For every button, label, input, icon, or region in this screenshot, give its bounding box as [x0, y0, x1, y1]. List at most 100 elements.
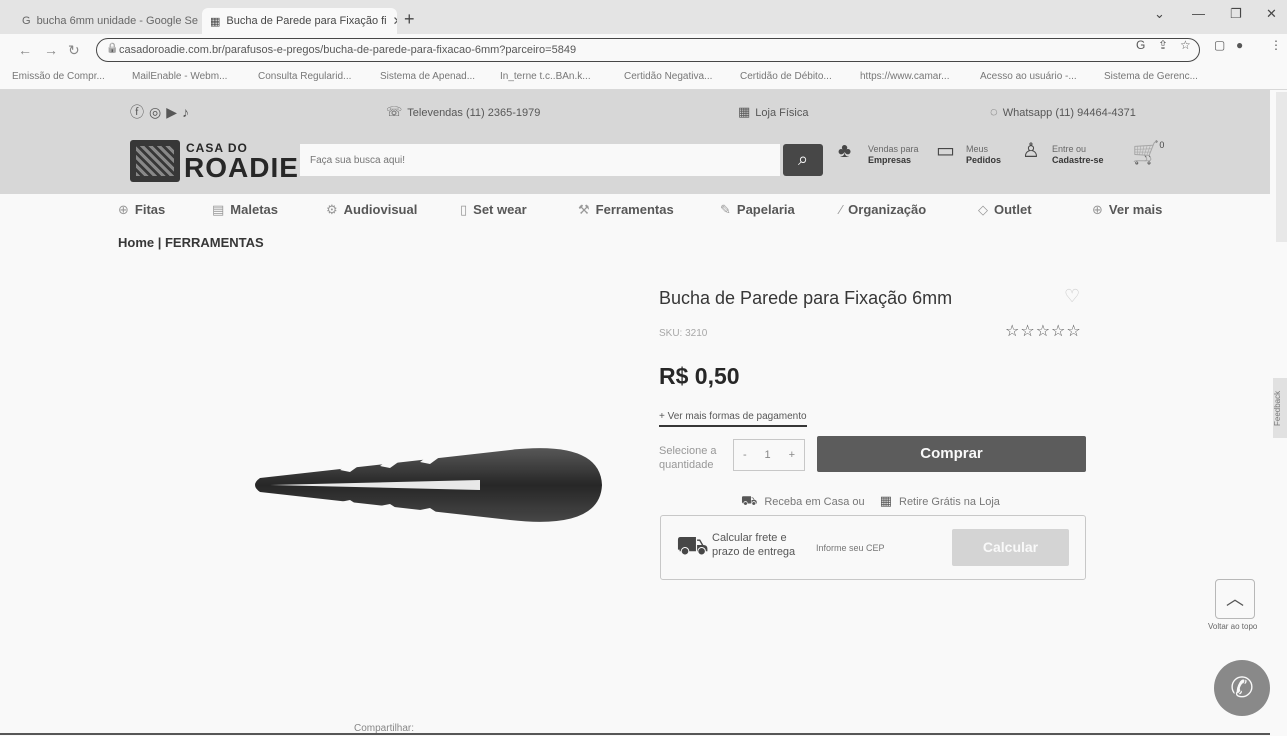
bookmarks-bar: Emissão de Compr... MailEnable - Webm...… — [0, 64, 1287, 90]
pedidos-link[interactable]: ▭ Meus Pedidos — [936, 141, 1001, 166]
nav-item-organizacao[interactable]: ⁄ Organização — [840, 202, 926, 217]
tab-search-icon[interactable]: ⌄ — [1154, 6, 1165, 22]
bookmark-item[interactable]: Emissão de Compr... — [12, 71, 105, 82]
camera-icon: ⚙ — [326, 202, 338, 217]
qty-plus-button[interactable]: + — [789, 449, 795, 461]
browser-tab-google[interactable]: G bucha 6mm unidade - Google Se ✕ — [14, 8, 200, 34]
qty-value[interactable]: 1 — [765, 449, 771, 461]
category-nav: ⊕ Fitas ▤ Maletas ⚙ Audiovisual ▯ Set wear ⚒… — [0, 194, 1270, 230]
whatsapp-icon: ◌ — [990, 104, 998, 119]
wrench-icon: ⚒ — [578, 202, 590, 217]
nav-item-fitas[interactable]: ⊕ Fitas — [118, 202, 165, 218]
back-button[interactable]: ← — [18, 42, 32, 58]
bookmark-item[interactable]: Certidão Negativa... — [624, 71, 712, 82]
share-icon[interactable]: ⇪ — [1158, 38, 1168, 52]
chevron-up-icon: ︿ — [1226, 589, 1244, 609]
store-icon: ▦ — [738, 104, 751, 119]
nav-item-maletas[interactable]: ▤ Maletas — [212, 202, 278, 218]
delivery-options: ⛟ Receba em Casa ou ▦ Retire Grátis na Loj… — [741, 493, 1000, 508]
back-to-top-button[interactable]: ︿ — [1215, 579, 1255, 619]
browser-tab-product[interactable]: ▦ Bucha de Parede para Fixação fi ✕ — [202, 8, 397, 34]
cep-input[interactable] — [816, 543, 916, 553]
phone-icon: ☏ — [386, 104, 403, 119]
bookmark-item[interactable]: Acesso ao usuário -... — [980, 71, 1077, 82]
tab-title: bucha 6mm unidade - Google Se — [36, 15, 198, 27]
loja-fisica-link[interactable]: ▦ Loja Física — [738, 104, 809, 120]
pencil-icon: ✎ — [720, 202, 731, 217]
search-input[interactable] — [300, 144, 780, 176]
empresas-link[interactable]: ♣ Vendas para Empresas — [838, 141, 919, 166]
logo-text[interactable]: ROADIE — [184, 154, 299, 182]
forward-button[interactable]: → — [44, 42, 58, 58]
qty-minus-button[interactable]: - — [743, 449, 747, 461]
scrollbar[interactable] — [1276, 92, 1287, 242]
heart-icon[interactable]: ♡ — [1064, 286, 1080, 307]
nav-item-audiovisual[interactable]: ⚙ Audiovisual — [326, 202, 417, 218]
reload-button[interactable]: ↻ — [68, 42, 80, 59]
users-icon: ♣ — [838, 140, 852, 162]
payment-options-link[interactable]: + Ver mais formas de pagamento — [659, 411, 807, 427]
site-favicon-icon: ▦ — [210, 15, 221, 28]
whatsapp-float-button[interactable]: ✆ — [1214, 660, 1270, 716]
product-price: R$ 0,50 — [659, 363, 740, 389]
breadcrumb[interactable]: Home | FERRAMENTAS — [118, 235, 264, 250]
rating-stars[interactable]: ☆☆☆☆☆ — [1005, 321, 1082, 341]
close-tab-icon[interactable]: ✕ — [393, 14, 397, 28]
product-sku: SKU: 3210 — [659, 328, 708, 339]
bookmark-item[interactable]: https://www.camar... — [860, 71, 949, 82]
product-title: Bucha de Parede para Fixação 6mm — [659, 288, 953, 308]
login-link[interactable]: ♙ Entre ou Cadastre-se — [1022, 141, 1104, 166]
freight-label: Calcular frete e prazo de entrega — [712, 532, 796, 558]
profile-avatar[interactable]: ● — [1236, 38, 1243, 52]
nav-item-setwear[interactable]: ▯ Set wear — [460, 202, 527, 218]
calculate-button[interactable]: Calcular — [952, 529, 1069, 566]
logo-icon[interactable] — [130, 140, 180, 182]
back-to-top-label: Voltar ao topo — [1208, 622, 1258, 631]
search-icon: ⌕ — [797, 149, 809, 169]
bookmark-star-icon[interactable]: ☆ — [1180, 38, 1191, 52]
product-image — [255, 443, 602, 527]
menu-icon[interactable]: ⋮ — [1270, 38, 1282, 52]
case-icon: ▤ — [212, 202, 225, 217]
cart-icon[interactable]: 🛒0 — [1132, 140, 1164, 166]
televendas-link[interactable]: ☏ Televendas (11) 2365-1979 — [386, 104, 540, 120]
plus-circle-icon: ⊕ — [1092, 202, 1103, 217]
instagram-icon[interactable]: ◎ — [149, 104, 166, 120]
bookmark-item[interactable]: MailEnable - Webm... — [132, 71, 227, 82]
bookmark-item[interactable]: Certidão de Débito... — [740, 71, 832, 82]
site-header: ⓕ◎▶♪ ☏ Televendas (11) 2365-1979 ▦ Loja Fí… — [0, 90, 1270, 194]
minimize-button[interactable]: — — [1192, 6, 1205, 21]
youtube-icon[interactable]: ▶ — [166, 104, 182, 120]
sidebar-icon[interactable]: ▢ — [1214, 38, 1225, 52]
facebook-icon[interactable]: ⓕ — [130, 104, 149, 120]
bookmark-item[interactable]: Consulta Regularid... — [258, 71, 351, 82]
quantity-label: Selecione a quantidade — [659, 445, 717, 471]
new-tab-button[interactable]: + — [404, 10, 415, 28]
whatsapp-icon: ✆ — [1230, 672, 1254, 703]
whatsapp-link[interactable]: ◌ Whatsapp (11) 94464-4371 — [990, 104, 1136, 119]
buy-button[interactable]: Comprar — [817, 436, 1086, 472]
bookmark-item[interactable]: Sistema de Gerenc... — [1104, 71, 1198, 82]
quantity-stepper[interactable]: - 1 + — [733, 439, 805, 471]
tape-icon: ⊕ — [118, 202, 129, 217]
url-bar[interactable]: 🔒 casadoroadie.com.br/parafusos-e-pregos… — [96, 38, 1200, 62]
bookmark-item[interactable]: Sistema de Apenad... — [380, 71, 475, 82]
nav-item-ver-mais[interactable]: ⊕ Ver mais — [1092, 202, 1162, 218]
nav-item-outlet[interactable]: ◇ Outlet — [978, 202, 1032, 218]
lock-icon: 🔒 — [106, 43, 119, 54]
delivery-truck-icon: ⛟ — [741, 493, 758, 508]
divider — [0, 733, 1270, 735]
nav-item-ferramentas[interactable]: ⚒ Ferramentas — [578, 202, 674, 218]
search-button[interactable]: ⌕ — [783, 144, 823, 176]
social-icons: ⓕ◎▶♪ — [130, 102, 194, 122]
nav-item-papelaria[interactable]: ✎ Papelaria — [720, 202, 795, 218]
bookmark-item[interactable]: In_terne t.c..BAn.k... — [500, 71, 591, 82]
shirt-icon: ▯ — [460, 202, 468, 217]
close-window-button[interactable]: ✕ — [1266, 6, 1277, 22]
tiktok-icon[interactable]: ♪ — [182, 104, 194, 120]
google-lens-icon[interactable]: G — [1136, 38, 1145, 52]
address-bar-row: ← → ↻ 🔒 casadoroadie.com.br/parafusos-e-… — [0, 34, 1287, 64]
maximize-button[interactable]: ❐ — [1230, 6, 1242, 22]
feedback-tab[interactable]: Feedback — [1273, 378, 1287, 438]
cart-count: 0 — [1159, 140, 1165, 150]
